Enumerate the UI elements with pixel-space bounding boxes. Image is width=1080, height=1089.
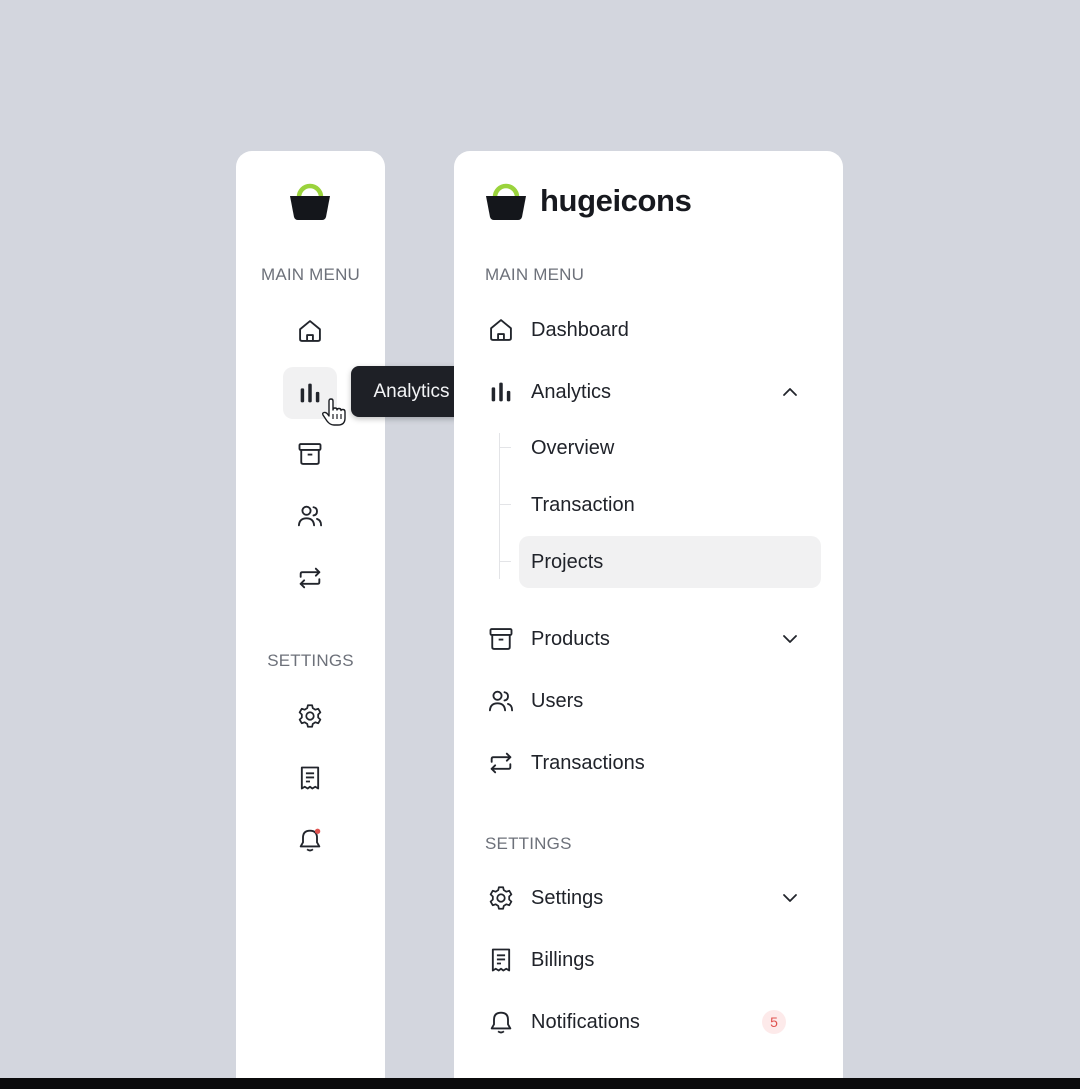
nav-label-settings: Settings	[531, 886, 604, 909]
billings-button[interactable]	[283, 752, 337, 804]
nav-item-billings[interactable]: Billings	[478, 935, 824, 985]
sub-item-transaction[interactable]: Transaction	[499, 479, 821, 531]
sub-label-projects: Projects	[531, 550, 604, 573]
settings-label: SETTINGS	[267, 651, 354, 670]
sub-item-projects[interactable]: Projects	[499, 536, 821, 588]
collapsed-sidebar: MAIN MENU SETTINGS	[236, 151, 385, 1078]
transactions-icon	[490, 752, 512, 774]
expanded-sidebar: hugeicons MAIN MENU Dashboard Analytics …	[454, 151, 843, 1078]
transactions-button[interactable]	[283, 552, 337, 604]
nav-item-products[interactable]: Products	[478, 614, 824, 664]
settings-label: SETTINGS	[485, 834, 572, 853]
settings-button[interactable]	[283, 690, 337, 742]
notifications-button[interactable]	[283, 814, 337, 866]
gear-icon	[489, 886, 513, 910]
nav-label-billings: Billings	[531, 948, 595, 971]
nav-item-transactions[interactable]: Transactions	[478, 738, 824, 788]
analytics-icon	[300, 383, 320, 403]
users-icon	[488, 690, 514, 712]
nav-label-notifications: Notifications	[531, 1010, 640, 1033]
bell-icon	[490, 1011, 512, 1034]
home-icon	[490, 319, 512, 341]
chevron-down-icon[interactable]	[780, 629, 800, 649]
brand-name: hugeicons	[540, 183, 692, 218]
nav-label-analytics: Analytics	[531, 380, 612, 403]
products-button[interactable]	[283, 428, 337, 480]
hand-pointer-cursor-icon	[321, 398, 347, 433]
bottom-edge-bar	[0, 1078, 1080, 1089]
nav-item-dashboard[interactable]: Dashboard	[478, 305, 824, 355]
home-button[interactable]	[283, 305, 337, 357]
sub-label-transaction: Transaction	[531, 493, 635, 516]
billing-icon	[300, 766, 320, 790]
nav-label-users: Users	[531, 689, 584, 712]
chevron-down-icon[interactable]	[780, 888, 800, 908]
nav-label-transactions: Transactions	[531, 751, 645, 774]
notifications-count-badge: 5	[762, 1010, 786, 1034]
sub-label-overview: Overview	[531, 436, 615, 459]
home-icon	[299, 320, 321, 342]
nav-item-settings[interactable]: Settings	[478, 873, 824, 923]
archive-icon	[489, 628, 513, 650]
nav-label-products: Products	[531, 627, 610, 650]
nav-item-users[interactable]: Users	[478, 676, 824, 726]
nav-item-notifications[interactable]: Notifications 5	[478, 997, 824, 1047]
users-icon	[297, 505, 323, 527]
bell-icon	[299, 828, 321, 852]
hugeicons-logo-icon[interactable]	[288, 181, 332, 226]
archive-icon	[298, 443, 322, 465]
submenu-tree-line	[499, 433, 500, 579]
main-menu-label: MAIN MENU	[485, 265, 585, 284]
transactions-icon	[299, 567, 321, 589]
users-button[interactable]	[283, 490, 337, 542]
billing-icon	[491, 948, 511, 972]
nav-item-analytics[interactable]: Analytics	[478, 367, 824, 417]
chevron-up-icon[interactable]	[780, 382, 800, 402]
nav-label-dashboard: Dashboard	[531, 318, 629, 341]
hugeicons-logo-icon[interactable]	[484, 181, 528, 226]
gear-icon	[298, 704, 322, 728]
sub-item-overview[interactable]: Overview	[499, 422, 821, 474]
main-menu-label: MAIN MENU	[260, 265, 361, 284]
analytics-icon	[491, 382, 511, 402]
